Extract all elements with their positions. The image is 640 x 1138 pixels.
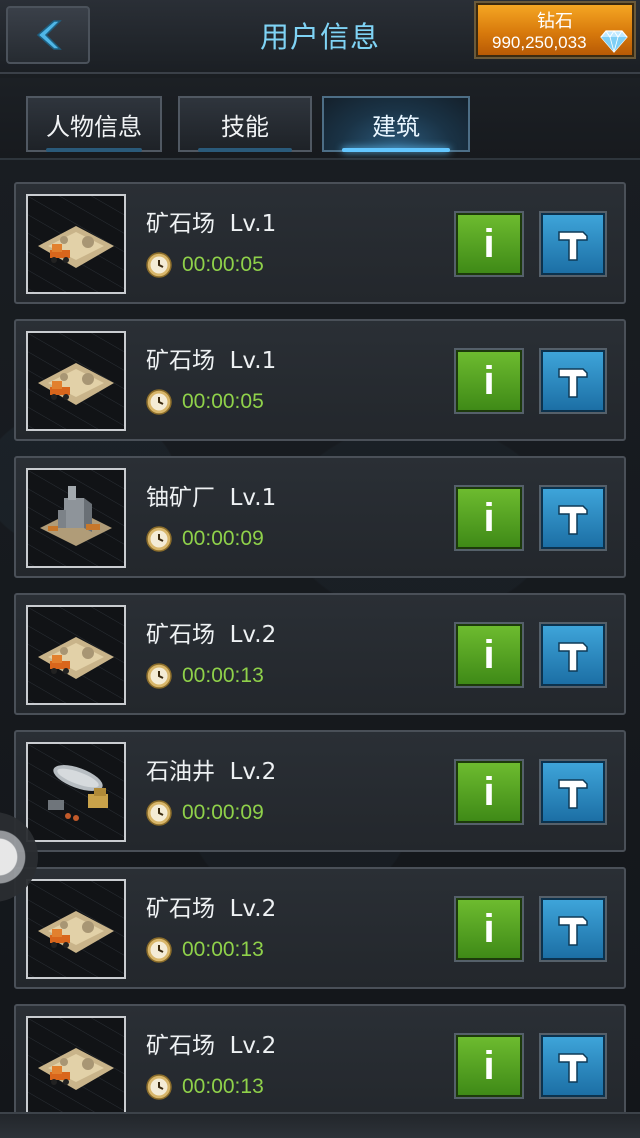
hammer-icon: [558, 916, 588, 946]
tab-label: 建筑: [372, 112, 420, 141]
build-timer: 00:00:13: [146, 1074, 264, 1100]
ore-field-thumbnail: [26, 331, 126, 431]
building-row: 石油井 Lv.2 00:00:09 i: [14, 730, 626, 852]
building-name: 矿石场 Lv.2: [146, 896, 277, 922]
ore-field-thumbnail: [26, 1016, 126, 1116]
build-timer: 00:00:09: [146, 800, 264, 826]
hammer-icon: [558, 1053, 588, 1083]
ore-field-thumbnail: [26, 194, 126, 294]
info-button[interactable]: i: [456, 1035, 522, 1097]
building-row: 铀矿厂 Lv.1 00:00:09 i: [14, 456, 626, 578]
tab-label: 人物信息: [46, 112, 142, 141]
ore-field-thumbnail: [26, 605, 126, 705]
diamond-icon: [600, 30, 628, 53]
building-name: 矿石场 Lv.2: [146, 622, 277, 648]
tabs-bar: 人物信息 技能 建筑: [0, 78, 640, 160]
timer-text: 00:00:05: [182, 390, 264, 413]
info-button[interactable]: i: [456, 898, 522, 960]
build-timer: 00:00:13: [146, 937, 264, 963]
info-button[interactable]: i: [456, 624, 522, 686]
build-button[interactable]: [541, 350, 605, 412]
build-button[interactable]: [541, 898, 605, 960]
build-button[interactable]: [541, 624, 605, 686]
hammer-icon: [558, 231, 588, 261]
bottom-frame: [0, 1112, 640, 1138]
building-row: 矿石场 Lv.2 00:00:13 i: [14, 1004, 626, 1126]
clock-icon: [146, 800, 172, 826]
tab-character-info[interactable]: 人物信息: [26, 96, 162, 152]
diamond-balance: 钻石 990,250,033: [476, 3, 634, 57]
hammer-icon: [558, 642, 588, 672]
timer-text: 00:00:09: [182, 801, 264, 824]
building-name: 矿石场 Lv.1: [146, 211, 277, 237]
clock-icon: [146, 937, 172, 963]
tab-underline: [342, 148, 450, 152]
building-name: 矿石场 Lv.2: [146, 1033, 277, 1059]
oil-well-thumbnail: [26, 742, 126, 842]
page-title: 用户信息: [259, 20, 380, 54]
building-name: 石油井 Lv.2: [146, 759, 277, 785]
clock-icon: [146, 526, 172, 552]
building-name: 铀矿厂 Lv.1: [146, 485, 277, 511]
build-button[interactable]: [541, 1035, 605, 1097]
tab-skills[interactable]: 技能: [178, 96, 312, 152]
timer-text: 00:00:13: [182, 1075, 264, 1098]
build-timer: 00:00:13: [146, 663, 264, 689]
clock-icon: [146, 252, 172, 278]
timer-text: 00:00:13: [182, 938, 264, 961]
build-timer: 00:00:05: [146, 252, 264, 278]
hammer-icon: [558, 779, 588, 809]
ore-field-thumbnail: [26, 879, 126, 979]
hammer-icon: [558, 368, 588, 398]
info-button[interactable]: i: [456, 487, 522, 549]
tab-buildings[interactable]: 建筑: [322, 96, 470, 152]
chevron-left-icon: [36, 20, 62, 50]
top-bar: 用户信息 钻石 990,250,033: [0, 0, 640, 74]
info-button[interactable]: i: [456, 350, 522, 412]
build-button[interactable]: [541, 213, 605, 275]
building-row: 矿石场 Lv.1 00:00:05 i: [14, 182, 626, 304]
tab-underline: [198, 148, 292, 152]
uranium-plant-thumbnail: [26, 468, 126, 568]
clock-icon: [146, 663, 172, 689]
diamond-value: 990,250,033: [492, 33, 587, 52]
build-timer: 00:00:09: [146, 526, 264, 552]
clock-icon: [146, 389, 172, 415]
clock-icon: [146, 1074, 172, 1100]
building-name: 矿石场 Lv.1: [146, 348, 277, 374]
build-button[interactable]: [541, 761, 605, 823]
tab-underline: [46, 148, 142, 152]
building-row: 矿石场 Lv.1 00:00:05 i: [14, 319, 626, 441]
hammer-icon: [558, 505, 588, 535]
build-timer: 00:00:05: [146, 389, 264, 415]
back-button[interactable]: [6, 6, 90, 64]
info-button[interactable]: i: [456, 213, 522, 275]
building-row: 矿石场 Lv.2 00:00:13 i: [14, 867, 626, 989]
info-button[interactable]: i: [456, 761, 522, 823]
timer-text: 00:00:05: [182, 253, 264, 276]
tab-label: 技能: [221, 112, 269, 141]
building-row: 矿石场 Lv.2 00:00:13 i: [14, 593, 626, 715]
build-button[interactable]: [541, 487, 605, 549]
timer-text: 00:00:09: [182, 527, 264, 550]
timer-text: 00:00:13: [182, 664, 264, 687]
